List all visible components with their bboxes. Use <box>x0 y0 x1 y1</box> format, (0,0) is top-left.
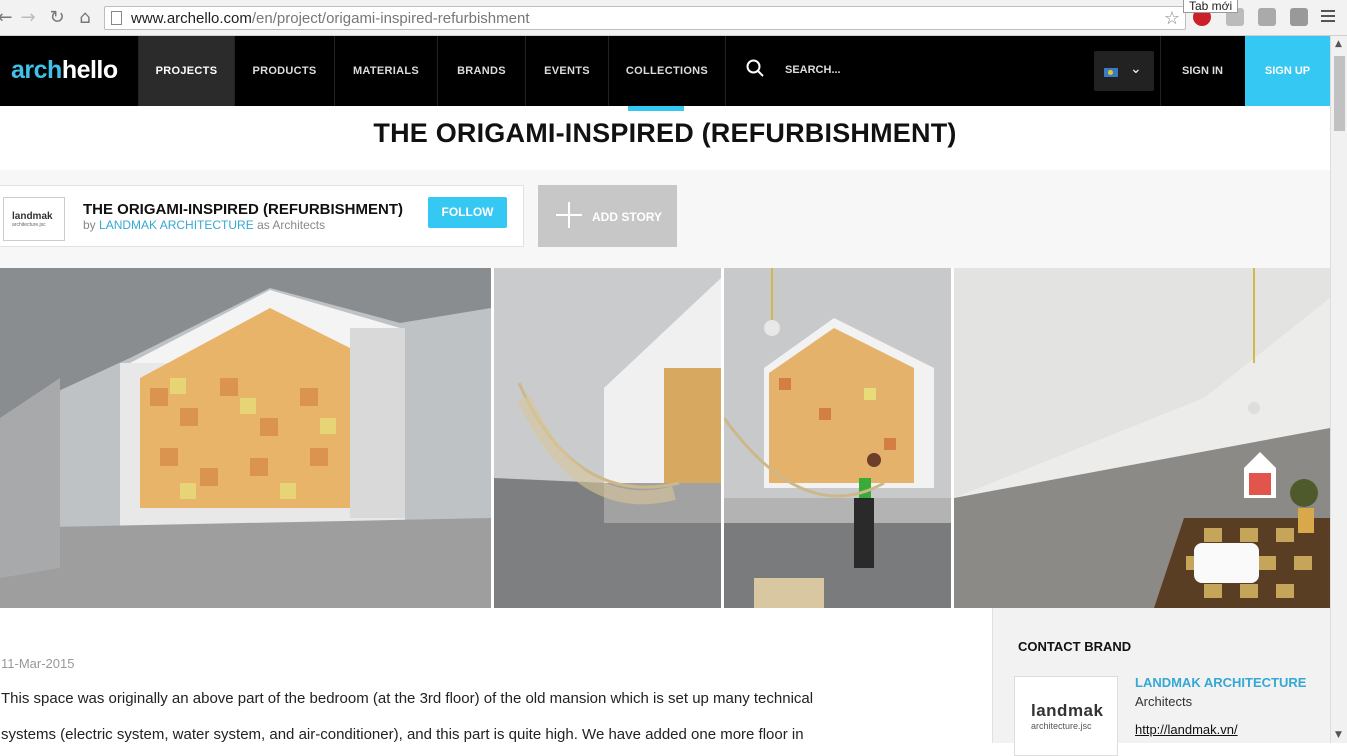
menu-icon[interactable] <box>1321 10 1335 25</box>
nav-divider <box>725 36 726 106</box>
page-icon <box>111 11 122 25</box>
brand-logo[interactable]: landmak architecture.jsc <box>3 197 65 241</box>
scroll-down-icon[interactable]: ▼ <box>1335 730 1342 740</box>
plus-icon <box>556 202 582 228</box>
extension-icon[interactable] <box>1258 8 1276 26</box>
active-indicator <box>628 106 684 111</box>
scroll-up-icon[interactable]: ▲ <box>1335 39 1342 49</box>
contact-brand-role: Architects <box>1135 694 1193 709</box>
contact-brand-panel: CONTACT BRAND landmak architecture.jsc L… <box>992 608 1330 756</box>
shield-icon[interactable] <box>1290 8 1308 26</box>
archello-logo[interactable]: archhello <box>11 56 118 85</box>
sign-up-button[interactable]: SIGN UP <box>1245 36 1330 106</box>
home-icon[interactable]: ⌂ <box>74 7 96 29</box>
nav-materials[interactable]: MATERIALS <box>334 36 437 106</box>
scrollbar-thumb[interactable] <box>1334 56 1345 131</box>
sign-in-link[interactable]: SIGN IN <box>1160 36 1244 106</box>
contact-brand-name[interactable]: LANDMAK ARCHITECTURE <box>1135 675 1306 690</box>
contact-website-link[interactable]: http://landmak.vn/ <box>1135 722 1238 737</box>
project-photo-3[interactable] <box>724 268 951 608</box>
article-text-line: This space was originally an above part … <box>1 690 814 707</box>
project-card-title: THE ORIGAMI-INSPIRED (REFURBISHMENT) <box>83 201 403 218</box>
add-story-button[interactable]: ADD STORY <box>538 185 677 247</box>
contact-title: CONTACT BRAND <box>1018 639 1132 654</box>
browser-toolbar: ← → ↻ ⌂ www.archello.com/en/project/orig… <box>0 0 1347 36</box>
project-photo-4[interactable] <box>954 268 1330 608</box>
project-photo-2[interactable] <box>494 268 721 608</box>
flag-icon <box>1104 68 1118 77</box>
nav-products[interactable]: PRODUCTS <box>234 36 334 106</box>
tooltip: Tab mới <box>1183 0 1239 13</box>
project-card: landmak architecture.jsc THE ORIGAMI-INS… <box>0 185 524 247</box>
address-bar[interactable]: www.archello.com/en/project/origami-insp… <box>104 6 1186 30</box>
project-card-byline: by LANDMAK ARCHITECTURE as Architects <box>83 218 326 232</box>
article-text-line: systems (electric system, water system, … <box>1 726 804 743</box>
url-text: www.archello.com/en/project/origami-insp… <box>131 10 530 27</box>
brand-link[interactable]: LANDMAK ARCHITECTURE <box>99 218 254 232</box>
nav-projects[interactable]: PROJECTS <box>138 36 234 106</box>
chevron-down-icon: ⌄ <box>1130 61 1142 77</box>
bookmark-star-icon[interactable]: ☆ <box>1164 8 1180 29</box>
search-input[interactable]: SEARCH... <box>785 64 841 76</box>
scrollbar[interactable]: ▲ ▼ <box>1330 36 1347 743</box>
nav-brands[interactable]: BRANDS <box>437 36 525 106</box>
site-header: archhello PROJECTS PRODUCTS MATERIALS BR… <box>0 36 1330 106</box>
back-icon[interactable]: ← <box>0 7 16 29</box>
project-photo-1[interactable] <box>0 268 491 608</box>
nav-events[interactable]: EVENTS <box>525 36 608 106</box>
forward-icon[interactable]: → <box>17 7 39 29</box>
follow-button[interactable]: FOLLOW <box>428 197 507 228</box>
contact-brand-logo[interactable]: landmak architecture.jsc <box>1014 676 1118 756</box>
page-title: THE ORIGAMI-INSPIRED (REFURBISHMENT) <box>373 118 957 148</box>
publish-date: 11-Mar-2015 <box>1 656 75 671</box>
reload-icon[interactable]: ↻ <box>46 7 68 29</box>
language-selector[interactable]: ⌄ <box>1094 51 1154 91</box>
search-icon[interactable] <box>746 59 764 77</box>
nav-collections[interactable]: COLLECTIONS <box>608 36 725 106</box>
